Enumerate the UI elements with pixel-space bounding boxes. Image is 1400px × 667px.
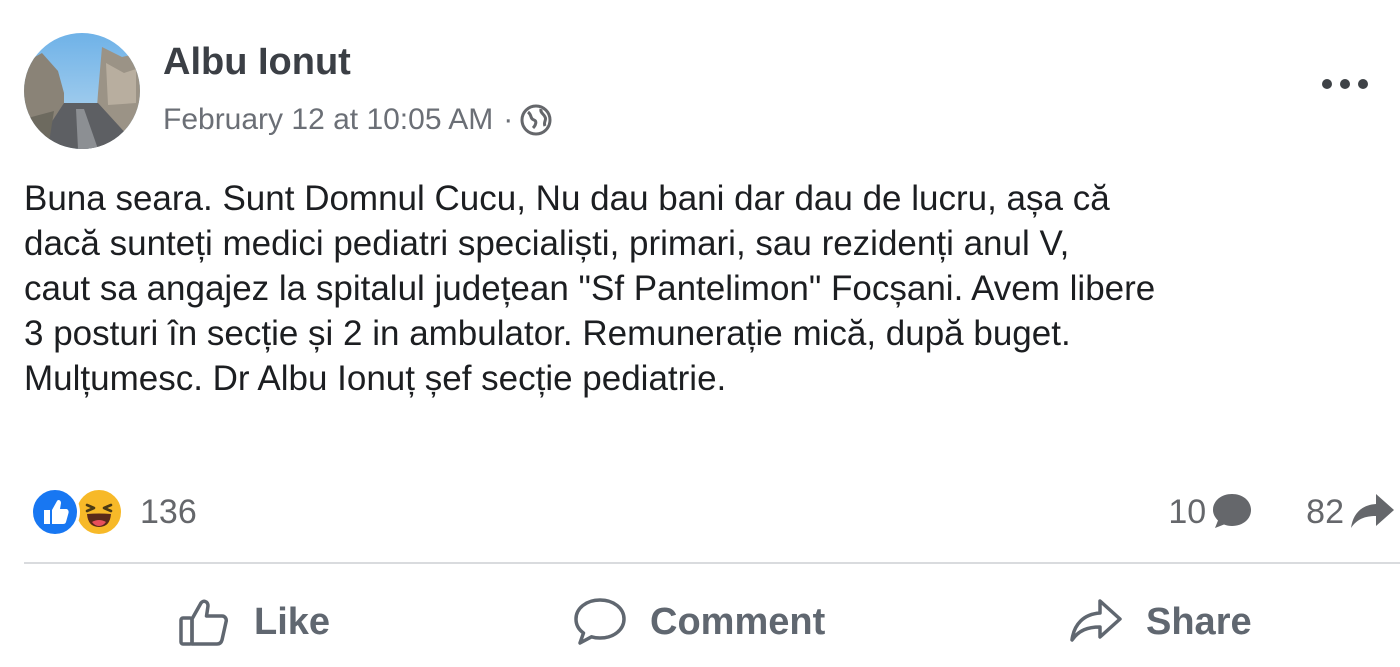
comments-count: 10 — [1168, 492, 1207, 531]
post-text-line: 3 posturi în secție și 2 in ambulator. R… — [24, 314, 1071, 353]
actions-divider — [24, 562, 1400, 564]
comment-icon — [574, 598, 626, 645]
dot — [1322, 79, 1332, 89]
shares-stat[interactable]: 82 — [1306, 490, 1396, 534]
globe-icon[interactable] — [519, 103, 553, 137]
reactions-count: 136 — [140, 492, 197, 531]
like-reaction-icon — [30, 487, 80, 537]
share-button[interactable]: Share — [1068, 586, 1252, 658]
like-button[interactable]: Like — [178, 586, 330, 658]
share-icon — [1070, 599, 1122, 642]
post-text: Buna seara. Sunt Domnul Cucu, Nu dau ban… — [24, 176, 1400, 401]
post-text-line: Buna seara. Sunt Domnul Cucu, Nu dau ban… — [24, 179, 1110, 218]
dot — [1358, 79, 1368, 89]
facebook-post: Albu Ionut February 12 at 10:05 AM · Bun… — [0, 0, 1400, 667]
post-text-line: dacă sunteți medici pediatri specialiști… — [24, 224, 1070, 263]
comment-label: Comment — [650, 600, 826, 643]
post-text-line: caut sa angajez la spitalul județean "Sf… — [24, 269, 1156, 308]
comment-button[interactable]: Comment — [572, 586, 825, 658]
comments-stat[interactable]: 10 — [1168, 490, 1254, 534]
haha-reaction-icon — [74, 487, 124, 537]
post-text-line: Mulțumesc. Dr Albu Ionuț șef secție pedi… — [24, 359, 727, 398]
share-arrow-icon — [1351, 494, 1394, 528]
more-options-icon[interactable] — [1322, 74, 1368, 94]
post-actions-bar: Like Comment Share — [140, 586, 1340, 658]
engagement-stats: 10 82 — [1168, 486, 1396, 538]
like-label: Like — [254, 600, 331, 643]
comment-bubble-icon — [1213, 494, 1252, 528]
post-meta: February 12 at 10:05 AM · — [163, 98, 553, 142]
post-timestamp[interactable]: February 12 at 10:05 AM — [163, 103, 493, 137]
thumbs-up-icon — [179, 599, 228, 646]
author-name[interactable]: Albu Ionut — [163, 38, 351, 86]
avatar-photo — [24, 33, 140, 149]
meta-separator: · — [503, 103, 514, 136]
share-label: Share — [1146, 600, 1252, 643]
author-avatar[interactable] — [24, 33, 140, 149]
reactions-summary[interactable]: 136 — [30, 486, 197, 538]
shares-count: 82 — [1306, 492, 1344, 531]
dot — [1340, 79, 1350, 89]
